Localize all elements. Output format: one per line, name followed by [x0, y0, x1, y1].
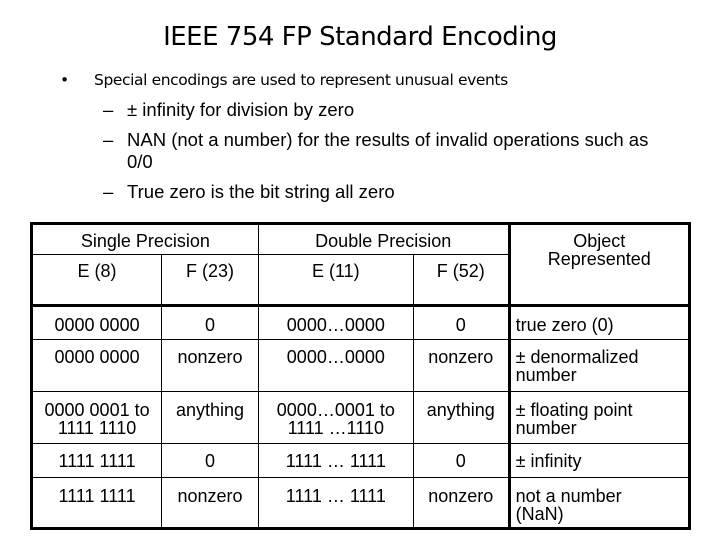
bullet-text: Special encodings are used to represent … [94, 71, 508, 89]
cell-double-exponent: 1111 … 1111 [257, 443, 414, 478]
cell-single-exponent: 0000 0000 [30, 305, 163, 340]
cell-object: ± infinity [508, 443, 691, 478]
cell-double-exponent: 1111 … 1111 [257, 477, 414, 529]
cell-single-fraction: 0 [161, 443, 259, 478]
cell-text: (NaN) [515, 504, 564, 524]
table-row: 1111 1111 nonzero 1111 … 1111 nonzero no… [30, 477, 691, 529]
cell-text: ± infinity [515, 451, 582, 471]
cell-object: ± floating point number [508, 391, 691, 444]
cell-text: 0000 0000 [54, 347, 140, 367]
cell-object: not a number (NaN) [508, 477, 691, 529]
cell-double-fraction: anything [412, 391, 511, 444]
header-double-fraction: F (52) [412, 254, 511, 307]
cell-double-fraction: nonzero [412, 477, 511, 529]
header-object-line: Represented [547, 249, 651, 269]
header-double-exponent: E (11) [257, 254, 414, 307]
cell-double-exponent: 0000…0000 [257, 339, 414, 392]
cell-text: number [515, 365, 577, 385]
encoding-table: Single Precision Double Precision Object… [30, 222, 691, 530]
cell-single-fraction: anything [161, 391, 259, 444]
table-row: 0000 0001 to 1111 1110 anything 0000…000… [30, 391, 691, 444]
cell-double-exponent: 0000…0001 to 1111 …1110 [257, 391, 414, 444]
subbullet-text: 0/0 [127, 151, 153, 172]
cell-text: 0000…0000 [286, 347, 385, 367]
dash-icon: – [103, 129, 114, 150]
cell-text: 0000 0001 to [44, 400, 150, 420]
dash-icon: – [103, 181, 114, 202]
cell-text: 1111 … 1111 [285, 486, 386, 506]
subbullet-text: NAN (not a number) for the results of in… [127, 129, 649, 150]
header-single-fraction: F (23) [161, 254, 259, 307]
cell-single-fraction: 0 [161, 305, 259, 340]
cell-single-exponent: 1111 1111 [30, 477, 163, 529]
cell-text: 1111 1111 [58, 486, 136, 506]
cell-double-fraction: 0 [412, 305, 511, 340]
header-object-line: Object [573, 231, 626, 251]
cell-text: 0000 0000 [54, 315, 140, 335]
header-single-precision: Single Precision [31, 223, 259, 255]
cell-object: true zero (0) [508, 305, 691, 340]
cell-double-fraction: nonzero [412, 339, 511, 392]
cell-object: ± denormalized number [508, 339, 691, 392]
cell-text: 1111 …1110 [287, 418, 385, 438]
cell-single-exponent: 1111 1111 [30, 443, 163, 478]
cell-text: 0000…0001 to [276, 400, 395, 420]
slide-title: IEEE 754 FP Standard Encoding [163, 22, 557, 52]
header-double-precision: Double Precision [257, 223, 511, 255]
cell-text: ± denormalized [515, 347, 639, 367]
cell-double-fraction: 0 [412, 443, 511, 478]
cell-text: 1111 1111 [58, 451, 136, 471]
header-single-exponent: E (8) [30, 254, 163, 307]
cell-text: ± floating point [515, 400, 633, 420]
bullet-dot-icon: • [60, 71, 69, 89]
cell-text: 1111 1110 [57, 418, 137, 438]
cell-text: not a number [515, 486, 622, 506]
table-row: 0000 0000 0 0000…0000 0 true zero (0) [30, 305, 691, 340]
dash-icon: – [103, 99, 114, 120]
cell-text: number [515, 418, 577, 438]
subbullet-text: True zero is the bit string all zero [127, 181, 395, 202]
cell-text: 1111 … 1111 [285, 451, 386, 471]
table-row: 0000 0000 nonzero 0000…0000 nonzero ± de… [30, 339, 691, 392]
table-row: 1111 1111 0 1111 … 1111 0 ± infinity [30, 443, 691, 478]
group-header-row: Single Precision Double Precision Object… [31, 223, 691, 307]
cell-double-exponent: 0000…0000 [257, 305, 414, 340]
subbullet-text: ± infinity for division by zero [127, 99, 355, 120]
cell-single-fraction: nonzero [161, 339, 259, 392]
header-object-represented: Object Represented [508, 223, 691, 307]
cell-single-fraction: nonzero [161, 477, 259, 529]
cell-text: 0000…0000 [286, 315, 385, 335]
cell-single-exponent: 0000 0000 [30, 339, 163, 392]
cell-single-exponent: 0000 0001 to 1111 1110 [30, 391, 163, 444]
cell-text: true zero (0) [515, 315, 614, 335]
